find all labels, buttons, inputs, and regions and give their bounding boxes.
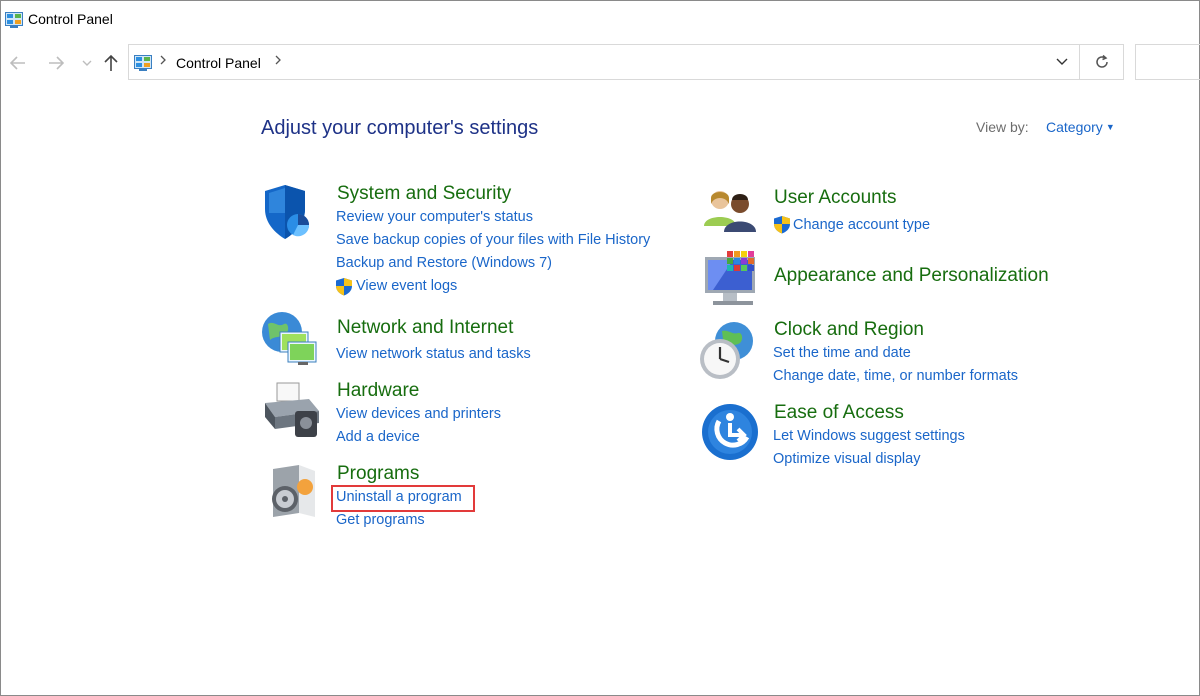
address-bar[interactable]: Control Panel — [128, 44, 1080, 80]
control-panel-icon — [5, 12, 23, 33]
search-input[interactable] — [1135, 44, 1200, 80]
window-title: Control Panel — [28, 11, 113, 27]
category-hardware[interactable]: Hardware — [337, 380, 419, 402]
chevron-down-icon[interactable] — [1055, 54, 1069, 73]
control-panel-icon — [134, 55, 152, 76]
up-arrow-icon[interactable] — [100, 51, 122, 75]
link-network-status[interactable]: View network status and tasks — [336, 346, 531, 362]
programs-disc-icon[interactable] — [269, 463, 319, 526]
category-user-accounts[interactable]: User Accounts — [774, 187, 897, 209]
clock-region-icon[interactable] — [698, 321, 758, 386]
forward-arrow-icon[interactable] — [45, 51, 67, 75]
uac-shield-icon — [335, 277, 353, 301]
link-change-formats[interactable]: Change date, time, or number formats — [773, 368, 1018, 384]
ease-of-access-icon[interactable] — [701, 403, 759, 466]
link-suggest-settings[interactable]: Let Windows suggest settings — [773, 428, 965, 444]
chevron-down-icon[interactable] — [76, 51, 98, 75]
highlight-box — [331, 485, 475, 512]
link-optimize-display[interactable]: Optimize visual display — [773, 451, 920, 467]
link-view-event-logs[interactable]: View event logs — [356, 278, 457, 294]
category-system-security[interactable]: System and Security — [337, 183, 511, 205]
back-arrow-icon[interactable] — [7, 51, 29, 75]
view-by-dropdown[interactable]: Category ▼ — [1046, 119, 1115, 135]
breadcrumb-control-panel[interactable]: Control Panel — [176, 55, 261, 71]
appearance-monitor-icon[interactable] — [703, 251, 761, 314]
link-get-programs[interactable]: Get programs — [336, 512, 425, 528]
category-network-internet[interactable]: Network and Internet — [337, 317, 513, 339]
uac-shield-icon — [773, 215, 791, 239]
category-appearance[interactable]: Appearance and Personalization — [774, 265, 1049, 287]
view-by-label: View by: — [976, 119, 1029, 135]
caret-down-icon: ▼ — [1105, 122, 1115, 132]
category-ease-of-access[interactable]: Ease of Access — [774, 402, 904, 424]
security-shield-icon[interactable] — [263, 183, 311, 246]
link-file-history[interactable]: Save backup copies of your files with Fi… — [336, 232, 650, 248]
link-set-time-date[interactable]: Set the time and date — [773, 345, 911, 361]
link-change-account-type[interactable]: Change account type — [793, 217, 930, 233]
breadcrumb-separator-icon[interactable] — [159, 53, 167, 69]
network-globe-icon[interactable] — [260, 310, 322, 375]
link-backup-restore[interactable]: Backup and Restore (Windows 7) — [336, 255, 552, 271]
printer-icon[interactable] — [261, 381, 323, 444]
refresh-icon[interactable] — [1080, 44, 1124, 80]
link-devices-printers[interactable]: View devices and printers — [336, 406, 501, 422]
category-clock-region[interactable]: Clock and Region — [774, 319, 924, 341]
link-add-device[interactable]: Add a device — [336, 429, 420, 445]
breadcrumb-separator-icon[interactable] — [274, 53, 282, 69]
user-accounts-icon[interactable] — [702, 186, 758, 239]
category-programs[interactable]: Programs — [337, 463, 419, 485]
title-bar: Control Panel — [1, 1, 1199, 39]
view-by-value: Category — [1046, 119, 1103, 135]
page-title: Adjust your computer's settings — [261, 117, 539, 139]
navigation-bar: Control Panel — [1, 43, 1200, 83]
link-review-status[interactable]: Review your computer's status — [336, 209, 533, 225]
